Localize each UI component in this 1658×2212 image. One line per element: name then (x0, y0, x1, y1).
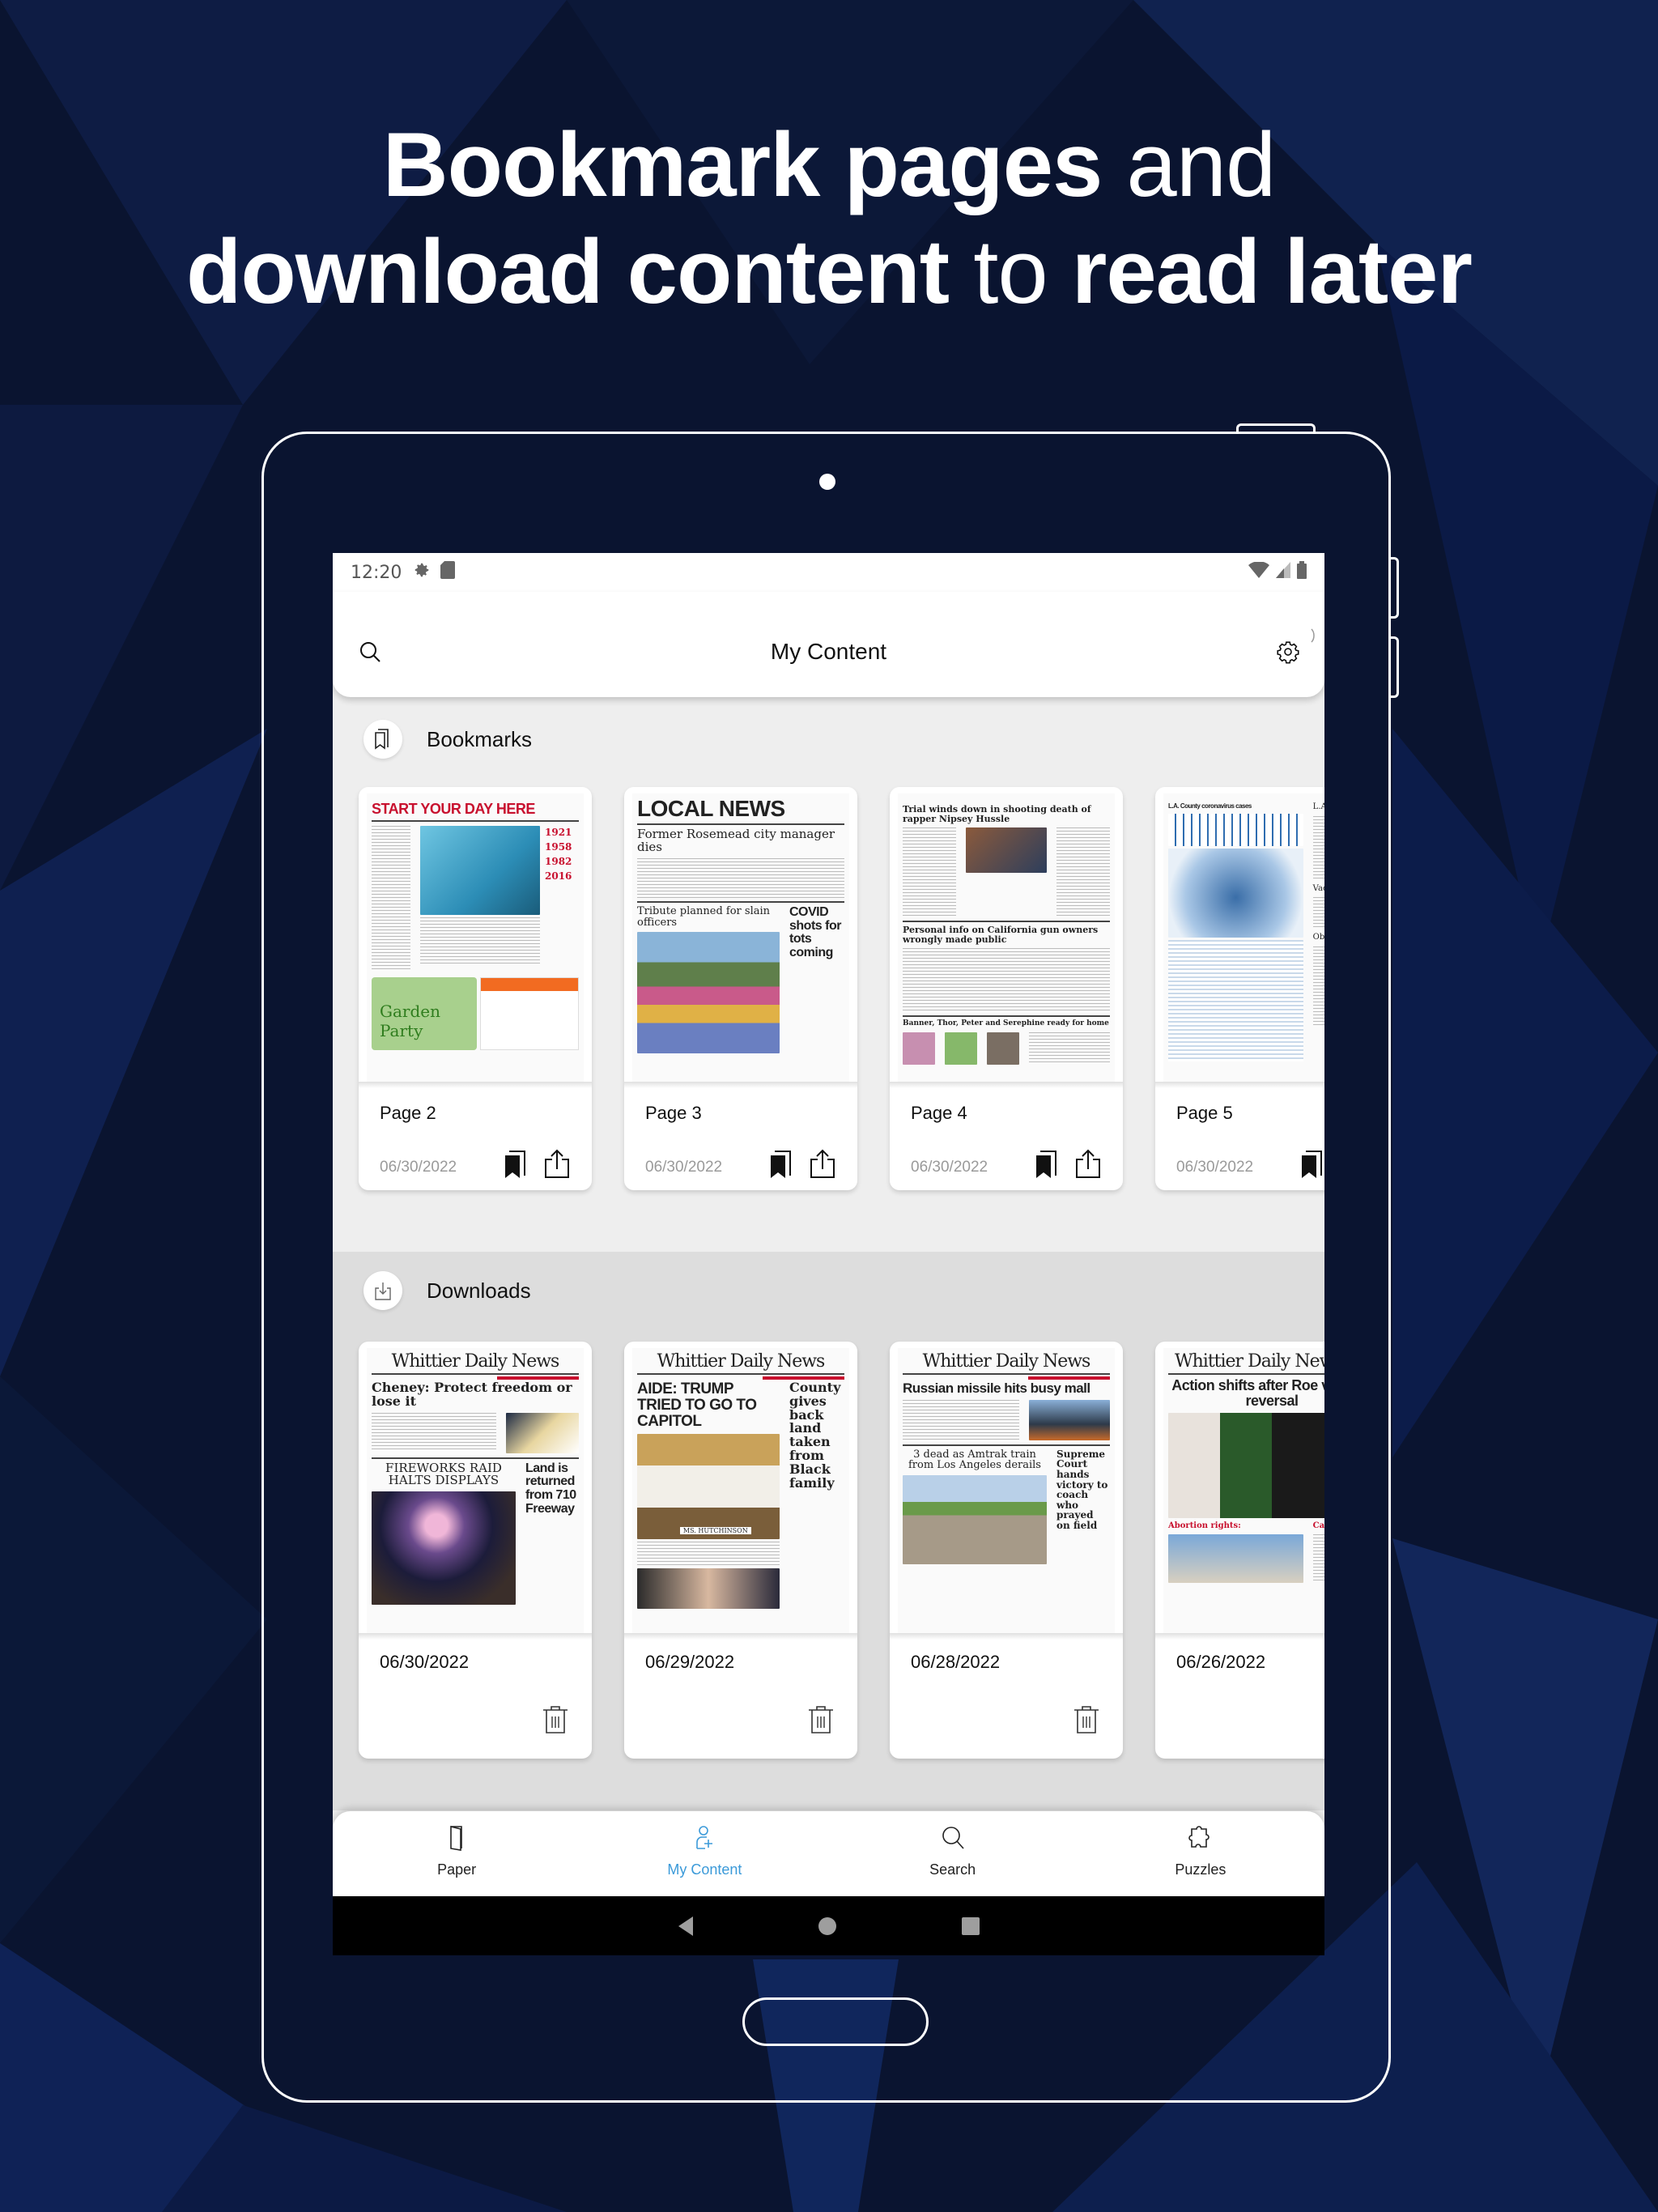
page-thumbnail[interactable]: LOCAL NEWS Former Rosemead city manager … (632, 793, 849, 1082)
bookmark-date: 06/30/2022 (380, 1159, 457, 1176)
bookmarks-section: Bookmarks START YOUR DAY HERE 1921 1958 19… (333, 697, 1324, 1252)
bookmark-card[interactable]: Trial winds down in shooting death of ra… (890, 787, 1123, 1190)
edition-thumbnail[interactable]: Whittier Daily News Russian missile hits… (898, 1348, 1115, 1633)
puzzle-icon (1187, 1824, 1214, 1855)
share-icon[interactable] (809, 1148, 836, 1179)
download-date: 06/28/2022 (911, 1652, 1001, 1672)
download-icon (363, 1271, 402, 1310)
download-card[interactable]: Whittier Daily News AIDE: TRUMP TRIED TO… (624, 1342, 857, 1759)
battery-icon (1297, 561, 1307, 584)
edition-thumbnail[interactable]: Whittier Daily News Cheney: Protect free… (367, 1348, 584, 1633)
tablet-home-button (742, 1997, 929, 2046)
download-date: 06/26/2022 (1176, 1652, 1266, 1672)
bookmark-card[interactable]: START YOUR DAY HERE 1921 1958 1982 2016 Gar… (359, 787, 592, 1190)
nav-item-paper[interactable]: Paper (333, 1811, 580, 1896)
bookmarks-title: Bookmarks (427, 726, 533, 751)
downloads-section: Downloads Whittier Daily News Cheney: Pr… (333, 1252, 1324, 1810)
bookmark-filled-icon[interactable] (768, 1150, 793, 1179)
overflow-indicator-icon (1310, 627, 1318, 644)
nav-item-puzzles[interactable]: Puzzles (1077, 1811, 1324, 1896)
download-card[interactable]: Whittier Daily News Russian missile hits… (890, 1342, 1123, 1759)
bottom-nav: Paper My Content Search Puzzles (333, 1811, 1324, 1896)
page-thumbnail[interactable]: Trial winds down in shooting death of ra… (898, 793, 1115, 1082)
bookmark-date: 06/30/2022 (911, 1159, 988, 1176)
paper-icon (443, 1824, 470, 1855)
download-date: 06/29/2022 (645, 1652, 735, 1672)
trash-icon[interactable] (542, 1705, 569, 1734)
back-icon[interactable] (678, 1916, 693, 1936)
trash-icon[interactable] (807, 1705, 835, 1734)
bookmarks-list: START YOUR DAY HERE 1921 1958 1982 2016 Gar… (359, 787, 1324, 1190)
bookmark-card[interactable]: LOCAL NEWS Former Rosemead city manager … (624, 787, 857, 1190)
recents-icon[interactable] (961, 1916, 980, 1935)
masthead: Whittier Daily News (391, 1351, 560, 1372)
bookmarks-header: Bookmarks (363, 720, 532, 759)
page-title: My Content (770, 639, 887, 664)
bookmark-page-label: Page 3 (645, 1103, 702, 1123)
share-icon[interactable] (1074, 1148, 1102, 1179)
tablet-volume-down-button (1389, 636, 1399, 698)
bookmark-filled-icon[interactable] (1299, 1150, 1324, 1179)
status-time: 12:20 (351, 562, 402, 583)
downloads-list: Whittier Daily News Cheney: Protect free… (359, 1342, 1324, 1759)
wifi-icon (1248, 561, 1269, 583)
page-thumbnail[interactable]: START YOUR DAY HERE 1921 1958 1982 2016 Gar… (367, 793, 584, 1082)
edition-thumbnail[interactable]: Whittier Daily News Action shifts after … (1163, 1348, 1324, 1633)
bookmark-filled-icon[interactable] (1034, 1150, 1058, 1179)
search-icon (939, 1824, 967, 1855)
nav-item-my-content[interactable]: My Content (580, 1811, 828, 1896)
settings-gear-icon[interactable] (1276, 640, 1300, 664)
download-date: 06/30/2022 (380, 1652, 470, 1672)
device-screen: 12:20 My Content Bookmarks START YOUR DA… (333, 553, 1324, 1955)
bookmark-filled-icon[interactable] (503, 1150, 527, 1179)
masthead: Whittier Daily News (657, 1351, 826, 1372)
signal-icon (1276, 562, 1290, 583)
page-thumbnail[interactable]: L.A. County coronavirus cases L.A. Count… (1163, 793, 1324, 1082)
bookmark-page-label: Page 4 (911, 1103, 967, 1123)
my-content-icon (691, 1824, 718, 1855)
trash-icon[interactable] (1073, 1705, 1100, 1734)
gear-icon (413, 561, 431, 584)
download-card[interactable]: Whittier Daily News Cheney: Protect free… (359, 1342, 592, 1759)
masthead: Whittier Daily News (922, 1351, 1091, 1372)
sd-card-icon (440, 561, 456, 584)
bookmark-date: 06/30/2022 (1176, 1159, 1254, 1176)
downloads-title: Downloads (427, 1278, 531, 1303)
headline-line-2: download content to read later (185, 221, 1473, 322)
nav-item-search[interactable]: Search (829, 1811, 1077, 1896)
bookmark-date: 06/30/2022 (645, 1159, 723, 1176)
bookmark-page-label: Page 5 (1176, 1103, 1233, 1123)
status-bar: 12:20 (333, 553, 1324, 592)
download-card[interactable]: Whittier Daily News Action shifts after … (1155, 1342, 1324, 1759)
headline: Bookmark pages and download content to r… (0, 112, 1658, 325)
tablet-volume-up-button (1389, 557, 1399, 619)
edition-thumbnail[interactable]: Whittier Daily News AIDE: TRUMP TRIED TO… (632, 1348, 849, 1633)
home-icon[interactable] (818, 1916, 836, 1935)
bookmark-page-label: Page 2 (380, 1103, 436, 1123)
bookmarks-icon (363, 720, 402, 759)
bookmark-card[interactable]: L.A. County coronavirus cases L.A. Count… (1155, 787, 1324, 1190)
app-bar: My Content (333, 592, 1324, 697)
masthead: Whittier Daily News (1175, 1351, 1324, 1372)
downloads-header: Downloads (363, 1271, 531, 1310)
system-nav-bar (333, 1896, 1324, 1955)
share-icon[interactable] (543, 1148, 571, 1179)
camera-dot (819, 474, 835, 490)
headline-line-1: Bookmark pages and (382, 114, 1277, 215)
